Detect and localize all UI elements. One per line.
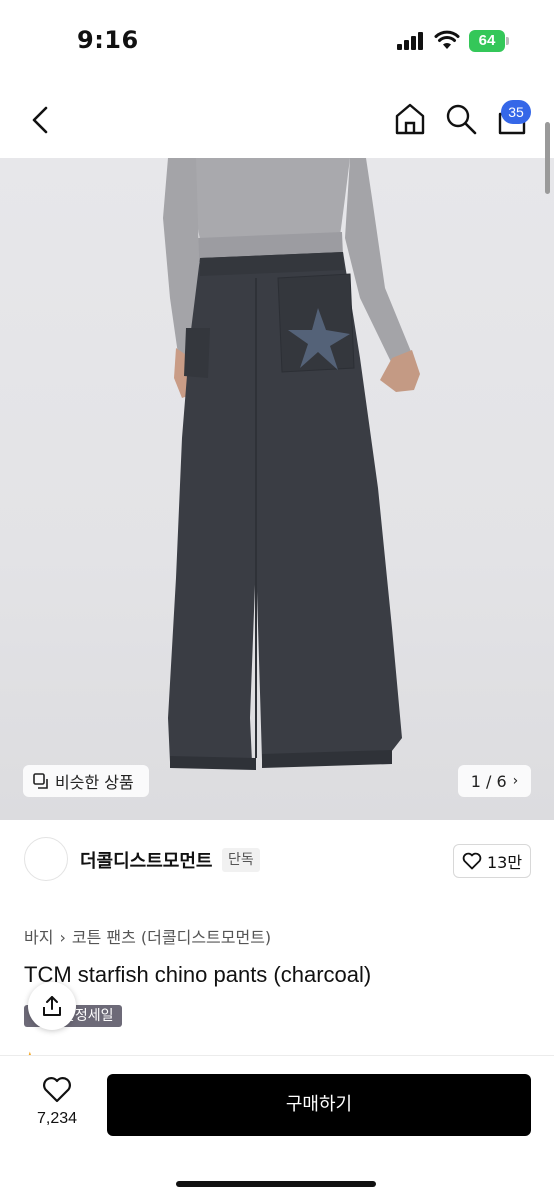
breadcrumb: 바지 › 코튼 팬츠 (더콜디스트모먼트) [24, 924, 271, 948]
search-icon[interactable] [444, 102, 478, 136]
home-indicator [176, 1181, 376, 1187]
similar-products-label: 비슷한 상품 [55, 773, 134, 792]
wifi-icon [434, 30, 460, 49]
brand-logo[interactable] [24, 837, 68, 881]
brand-like-button[interactable]: 13만 [453, 844, 531, 878]
chevron-right-icon: › [512, 773, 519, 789]
breadcrumb-item[interactable]: 코튼 팬츠 (더콜디스트모먼트) [72, 928, 271, 947]
product-image[interactable] [0, 158, 554, 820]
bottom-purchase-bar: 7,234 구매하기 [0, 1055, 554, 1200]
cart-count-badge: 35 [501, 100, 531, 124]
battery-level: 64 [469, 30, 505, 52]
wishlist-count: 7,234 [36, 1110, 78, 1127]
product-title: TCM starfish chino pants (charcoal) [24, 962, 372, 987]
breadcrumb-item[interactable]: 바지 [24, 928, 53, 947]
buy-button[interactable]: 구매하기 [107, 1074, 531, 1136]
status-bar: 9:16 64 [0, 0, 554, 80]
status-time: 9:16 [77, 26, 139, 54]
wishlist-button[interactable]: 7,234 [22, 1076, 92, 1128]
chevron-right-icon: › [59, 928, 66, 947]
brand-exclusive-tag: 단독 [222, 848, 260, 872]
brand-like-count: 13만 [486, 853, 523, 872]
image-pager[interactable]: 1 / 6 › [458, 765, 531, 797]
brand-name[interactable]: 더콜디스트모먼트 [80, 847, 212, 873]
home-icon[interactable] [393, 102, 427, 136]
share-icon [43, 996, 61, 1016]
brand-row: 더콜디스트모먼트 단독 13만 [0, 820, 554, 902]
image-pager-label: 1 / 6 [470, 771, 507, 791]
share-button[interactable] [28, 982, 76, 1030]
back-icon[interactable] [26, 104, 54, 136]
heart-icon [462, 852, 482, 870]
similar-products-button[interactable]: 비슷한 상품 [23, 765, 149, 797]
battery-icon: 64 [469, 30, 509, 52]
top-navigation [0, 80, 554, 158]
scrollbar[interactable] [545, 122, 550, 194]
cellular-signal-icon [397, 32, 425, 50]
copy-icon [33, 773, 48, 789]
product-photo-pants [163, 158, 420, 770]
heart-icon [43, 1077, 71, 1103]
